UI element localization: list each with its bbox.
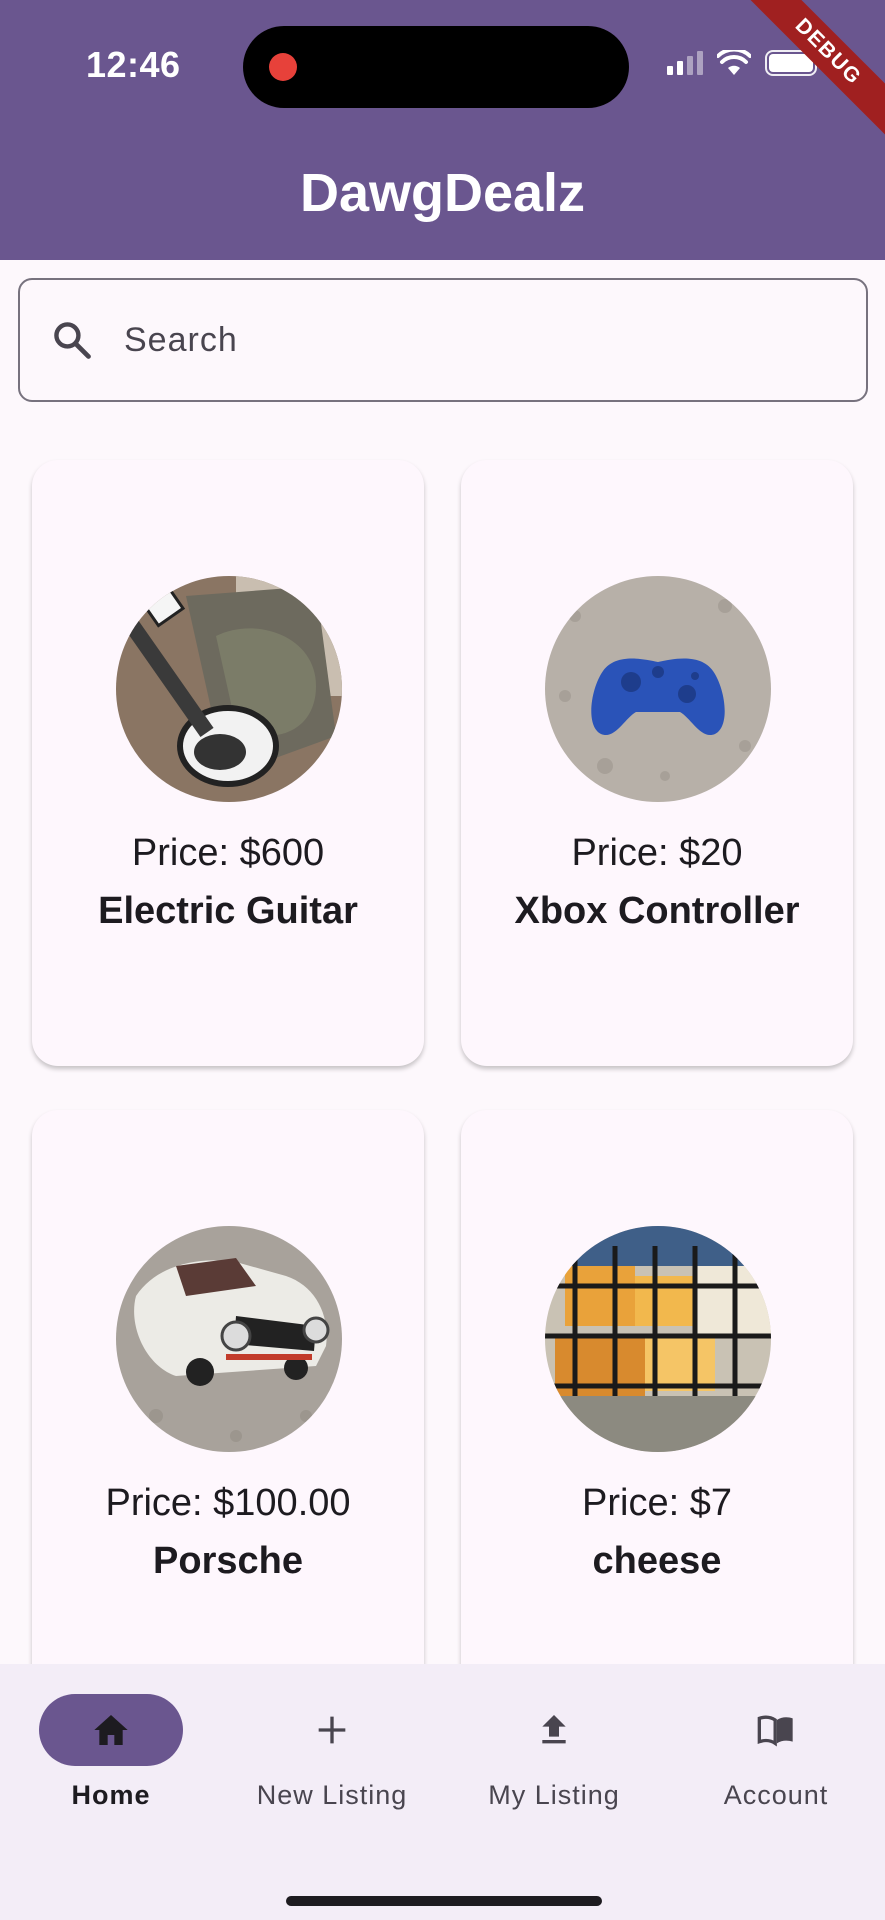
nav-item-my-listing[interactable]: My Listing (454, 1694, 654, 1834)
nav-item-new-listing[interactable]: New Listing (232, 1694, 432, 1834)
listing-card[interactable]: Price: $100.00 Porsche (32, 1110, 424, 1716)
book-icon (757, 1715, 793, 1747)
nav-item-home[interactable]: Home (11, 1694, 211, 1834)
listing-card[interactable]: Price: $20 Xbox Controller (461, 460, 853, 1066)
listing-name: cheese (592, 1540, 722, 1582)
nav-label: Home (71, 1780, 151, 1810)
nav-label: Account (723, 1780, 829, 1810)
cellular-signal-icon (667, 51, 703, 75)
listing-price: Price: $600 (131, 832, 325, 874)
search-bar[interactable] (18, 278, 868, 402)
bottom-navigation: Home New Listing My Listing Account (0, 1664, 885, 1920)
plus-icon (318, 1716, 346, 1744)
listing-name: Xbox Controller (514, 890, 800, 932)
home-icon (94, 1715, 128, 1745)
status-icons (667, 50, 821, 76)
product-image-cheese (545, 1226, 771, 1452)
listing-name: Electric Guitar (98, 890, 358, 932)
home-indicator[interactable] (286, 1896, 602, 1906)
product-image-porsche (116, 1226, 342, 1452)
upload-icon (542, 1715, 566, 1744)
nav-active-indicator (39, 1694, 183, 1766)
screen: 12:46 DEBUG DawgDealz Search Price: $600… (0, 0, 885, 1920)
nav-label: My Listing (488, 1780, 620, 1810)
listing-price: Price: $20 (571, 832, 743, 874)
listing-card[interactable]: Price: $7 cheese (461, 1110, 853, 1716)
app-bar: 12:46 DEBUG DawgDealz (0, 0, 885, 260)
nav-label: New Listing (256, 1780, 408, 1810)
search-icon (54, 322, 91, 359)
listing-price: Price: $100.00 (105, 1482, 351, 1524)
recording-indicator-icon (269, 53, 297, 81)
page-title: DawgDealz (299, 163, 586, 223)
listing-name: Porsche (153, 1540, 303, 1582)
wifi-icon (717, 50, 751, 75)
nav-item-account[interactable]: Account (676, 1694, 876, 1834)
dynamic-island (243, 26, 629, 108)
listing-card[interactable]: Price: $600 Electric Guitar (32, 460, 424, 1066)
status-time: 12:46 (86, 44, 181, 85)
search-input[interactable] (124, 320, 824, 360)
product-image-guitar (116, 576, 342, 802)
product-image-xbox-controller (545, 576, 771, 802)
listing-price: Price: $7 (582, 1482, 732, 1524)
